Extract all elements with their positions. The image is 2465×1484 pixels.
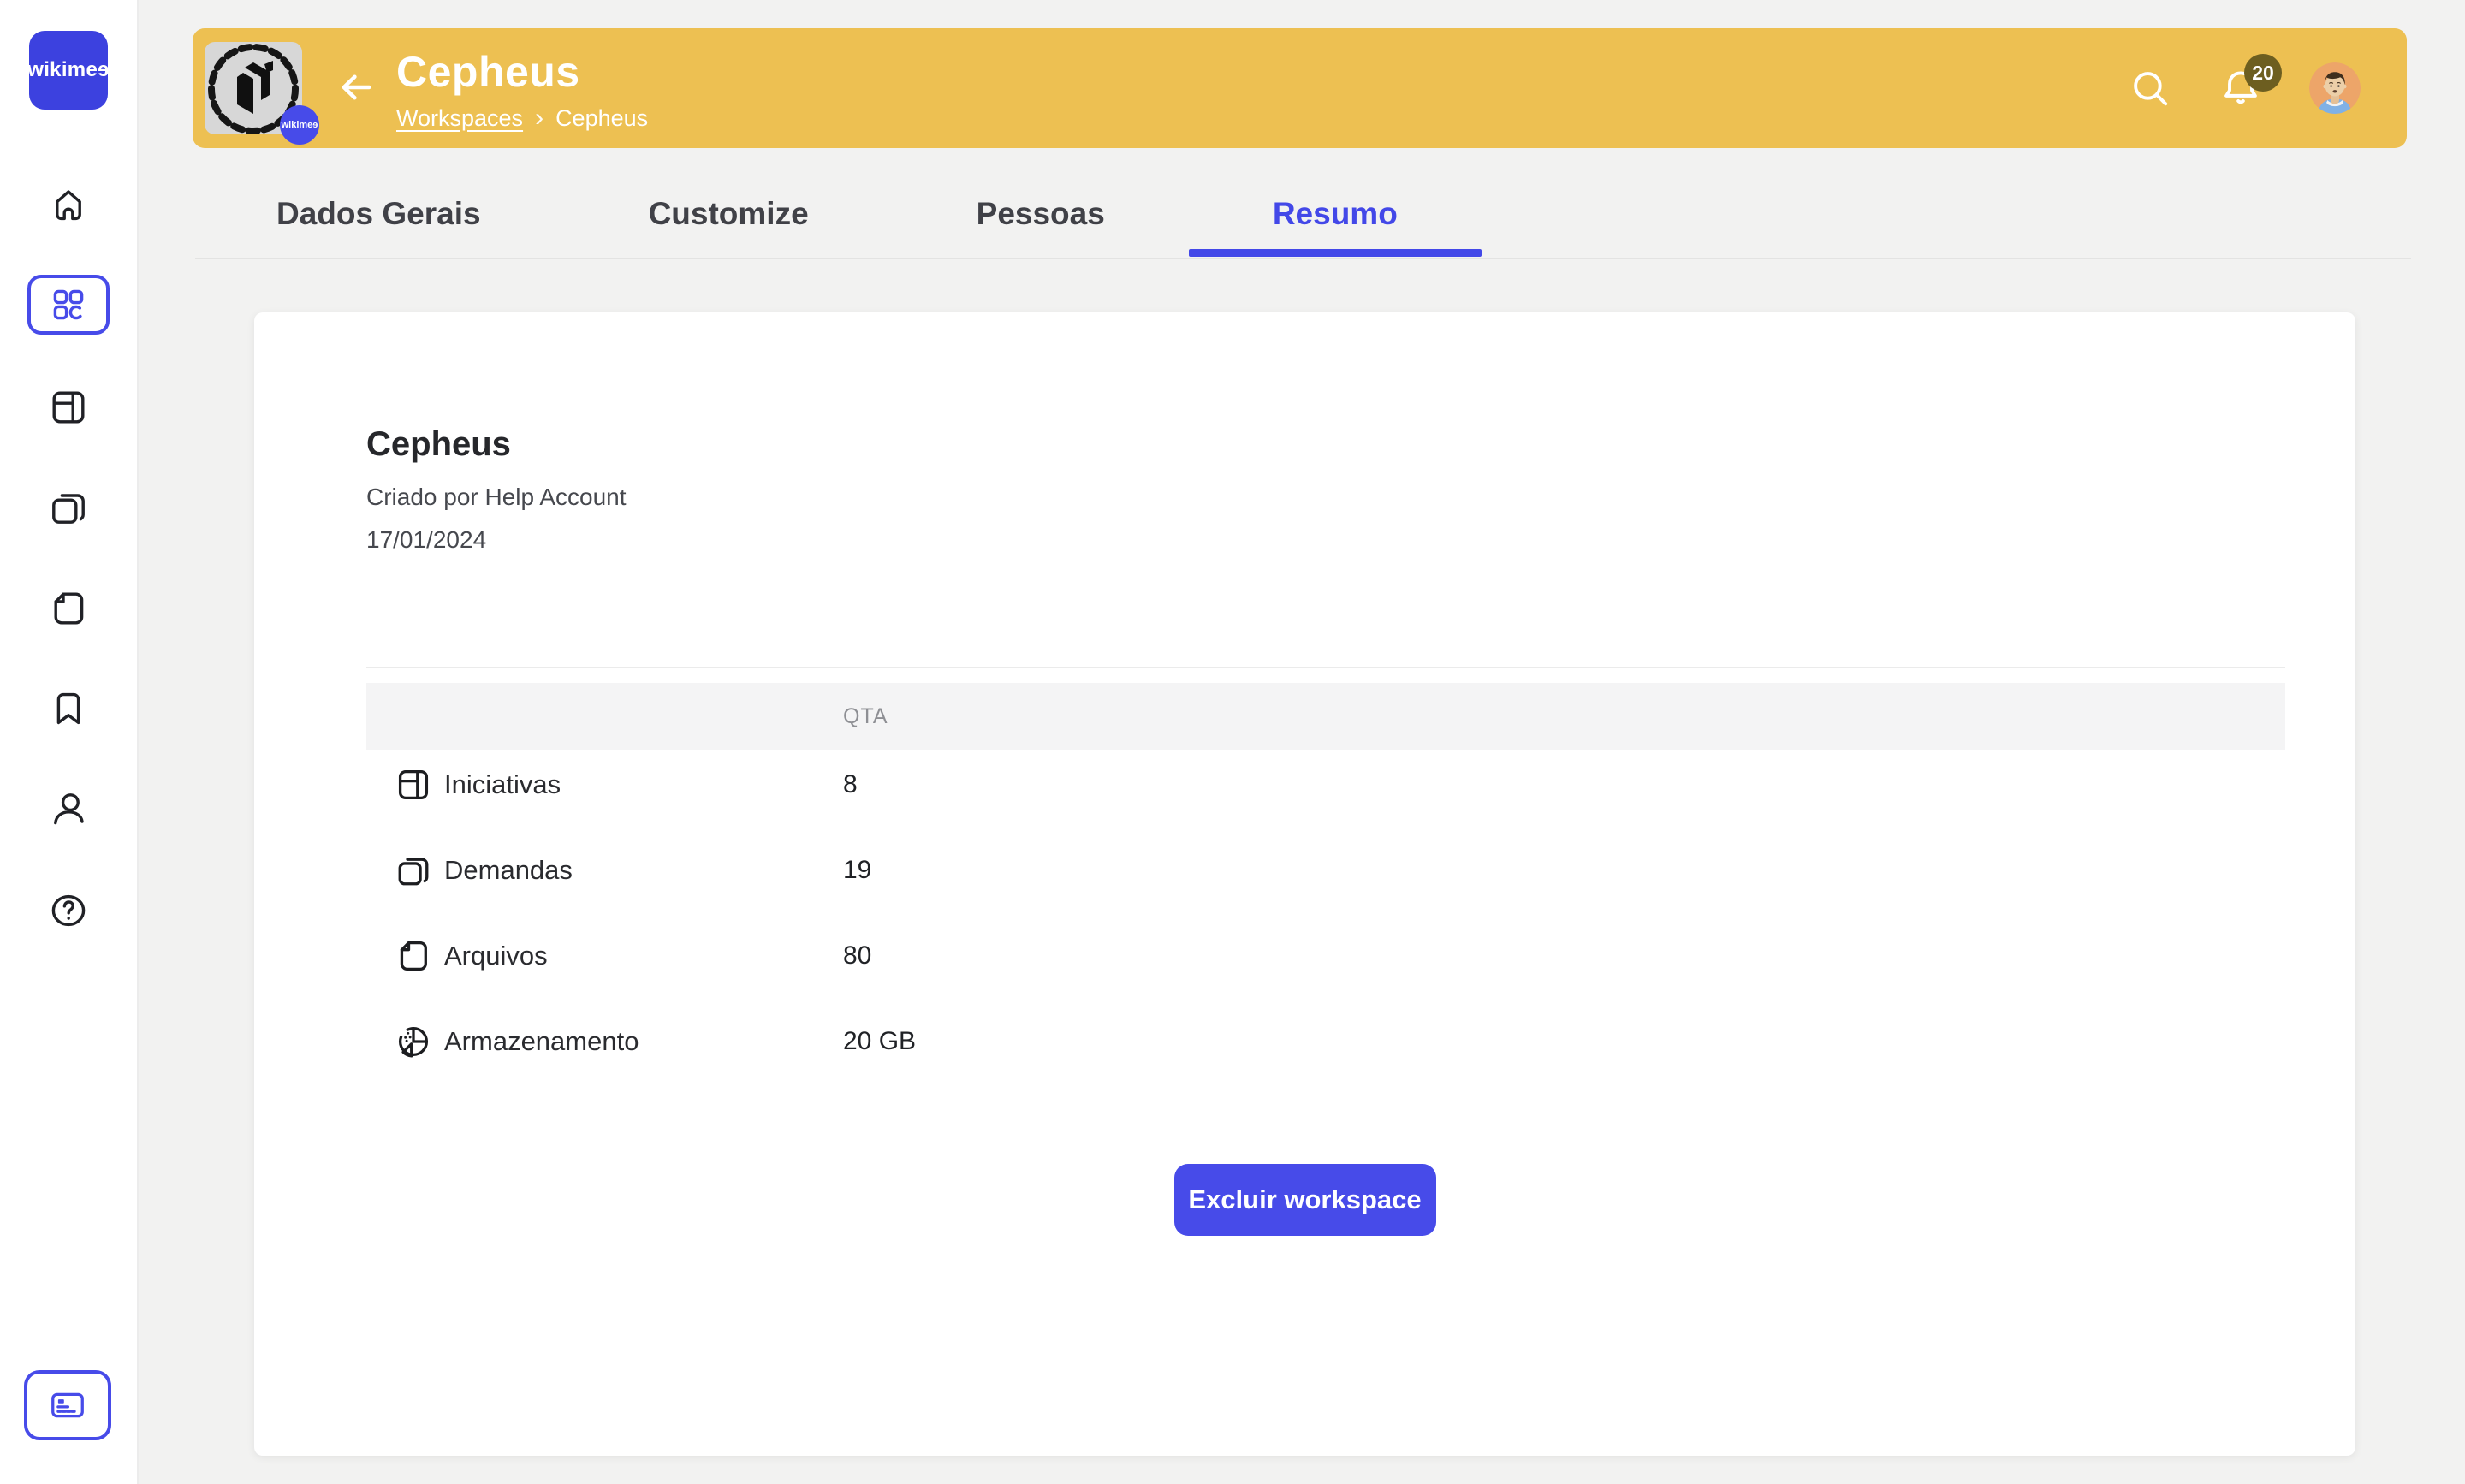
workspace-badge-text: wikimeɘ [282, 120, 318, 130]
created-by: Criado por Help Account [366, 483, 627, 512]
app-logo[interactable]: wikimeɘ [29, 31, 108, 110]
back-arrow-icon [336, 68, 376, 107]
row-value: 19 [843, 856, 871, 885]
breadcrumb-workspaces-link[interactable]: Workspaces [396, 105, 523, 132]
board-icon [395, 766, 432, 804]
created-date: 17/01/2024 [366, 525, 627, 555]
row-label: Armazenamento [444, 1026, 639, 1057]
app-logo-text: wikimeɘ [27, 58, 110, 82]
user-avatar-image [2309, 62, 2361, 114]
sidebar-item-demands[interactable] [27, 478, 110, 537]
board-icon [48, 387, 89, 428]
pie-chart-icon [395, 1023, 432, 1060]
file-icon [48, 588, 89, 629]
tab-customize[interactable]: Customize [565, 185, 893, 243]
layers-icon [48, 487, 89, 528]
row-value: 20 GB [843, 1027, 916, 1056]
tab-resumo[interactable]: Resumo [1189, 185, 1482, 243]
sidebar-card-button[interactable] [24, 1370, 111, 1440]
search-button[interactable] [2128, 66, 2172, 110]
sidebar-item-home[interactable] [27, 175, 110, 234]
workspace-header: wikimeɘ Cepheus Workspaces › Cepheus 20 [193, 28, 2407, 148]
notifications-badge: 20 [2244, 54, 2282, 92]
qta-column-header: QTA [843, 704, 888, 729]
delete-workspace-button[interactable]: Excluir workspace [1174, 1164, 1436, 1236]
notifications-count: 20 [2252, 62, 2274, 85]
table-row-demandas: Demandas 19 [366, 828, 2285, 913]
table-header-row: QTA [366, 683, 2285, 750]
sidebar-item-workspaces[interactable] [27, 275, 110, 335]
breadcrumb-separator: › [535, 104, 543, 133]
user-avatar[interactable] [2309, 62, 2361, 114]
workspace-avatar: wikimeɘ [205, 42, 302, 134]
row-label: Iniciativas [444, 769, 561, 800]
file-icon [395, 937, 432, 975]
help-icon [48, 890, 89, 931]
bookmark-icon [48, 688, 89, 729]
row-value: 8 [843, 770, 858, 799]
workspace-avatar-badge: wikimeɘ [280, 105, 319, 145]
home-icon [48, 184, 89, 225]
sidebar-item-files[interactable] [27, 579, 110, 638]
row-value: 80 [843, 941, 871, 971]
row-label: Arquivos [444, 941, 548, 971]
sidebar-item-initiatives[interactable] [27, 377, 110, 437]
workspace-tabs: Dados Gerais Customize Pessoas Resumo [193, 185, 1482, 243]
row-label: Demandas [444, 855, 573, 886]
sidebar: wikimeɘ [0, 0, 139, 1484]
table-row-arquivos: Arquivos 80 [366, 913, 2285, 999]
search-icon [2128, 66, 2172, 110]
sidebar-item-profile[interactable] [27, 780, 110, 840]
sidebar-item-bookmarks[interactable] [27, 679, 110, 739]
summary-divider [366, 667, 2285, 668]
user-icon [48, 789, 89, 830]
table-row-armazenamento: Armazenamento 20 GB [366, 999, 2285, 1084]
card-icon [48, 1386, 87, 1425]
summary-table: Iniciativas 8 Demandas 19 Arquivos 80 Ar… [366, 742, 2285, 1084]
page-title: Cepheus [396, 47, 648, 97]
notifications-button[interactable]: 20 [2218, 66, 2263, 110]
layers-icon [395, 852, 432, 889]
header-titles: Cepheus Workspaces › Cepheus [396, 47, 648, 133]
grid-icon [48, 284, 89, 325]
tab-pessoas[interactable]: Pessoas [893, 185, 1189, 243]
tab-dados-gerais[interactable]: Dados Gerais [193, 185, 565, 243]
workspace-name: Cepheus [366, 425, 627, 464]
sidebar-item-help[interactable] [27, 881, 110, 941]
breadcrumb-current: Cepheus [555, 105, 648, 132]
header-actions: 20 [2128, 28, 2361, 148]
summary-head: Cepheus Criado por Help Account 17/01/20… [366, 425, 627, 568]
breadcrumb: Workspaces › Cepheus [396, 104, 648, 133]
table-row-iniciativas: Iniciativas 8 [366, 742, 2285, 828]
back-button[interactable] [335, 66, 377, 109]
summary-card: Cepheus Criado por Help Account 17/01/20… [254, 312, 2355, 1456]
tabbar-divider [195, 258, 2411, 259]
